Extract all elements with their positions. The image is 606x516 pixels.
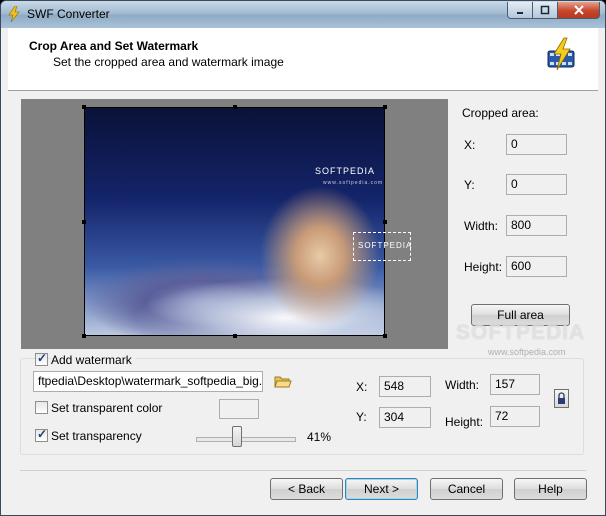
bottom-separator <box>20 470 586 471</box>
crop-handle-bottom-mid[interactable] <box>233 334 237 338</box>
help-button[interactable]: Help <box>514 478 587 500</box>
maximize-icon <box>540 5 550 15</box>
softpedia-overlay-url: www.softpedia.com <box>488 347 566 357</box>
cropped-area-label: Cropped area: <box>462 106 539 120</box>
preview-image[interactable]: SOFTPEDIA www.softpedia.com SOFTPEDIA <box>84 107 411 336</box>
crop-handle-bottom-right[interactable] <box>383 334 387 338</box>
aspect-lock-button[interactable] <box>554 389 569 408</box>
crop-y-field[interactable]: 0 <box>506 174 567 195</box>
transparent-color-label[interactable]: Set transparent color <box>51 401 162 415</box>
close-icon <box>573 5 584 15</box>
set-transparency-label[interactable]: Set transparency <box>51 429 142 443</box>
watermark-height-label: Height: <box>445 415 484 429</box>
swf-converter-window: SWF Converter Crop Area and Set Watermar… <box>0 0 606 516</box>
watermark-path-field[interactable]: ftpedia\Desktop\watermark_softpedia_big.… <box>33 371 263 392</box>
wizard-client-area: Crop Area and Set Watermark Set the crop… <box>8 28 598 510</box>
crop-handle-top-left[interactable] <box>82 105 86 109</box>
film-lightning-logo-icon <box>547 37 575 71</box>
watermark-x-field[interactable]: 548 <box>379 376 431 397</box>
crop-handle-top-right[interactable] <box>383 105 387 109</box>
softpedia-overlay-text: SOFTPEDIA <box>456 321 586 344</box>
watermark-y-label: Y: <box>356 410 367 424</box>
back-button[interactable]: < Back <box>270 478 343 500</box>
watermark-text: SOFTPEDIA <box>358 241 413 250</box>
add-watermark-checkbox[interactable]: ✓ <box>35 351 48 366</box>
wizard-header: Crop Area and Set Watermark Set the crop… <box>8 28 598 91</box>
transparency-slider-track[interactable] <box>196 437 296 442</box>
app-lightning-icon <box>8 6 20 22</box>
page-title: Crop Area and Set Watermark <box>29 39 199 53</box>
watermark-height-field[interactable]: 72 <box>490 406 540 427</box>
crop-handle-mid-left[interactable] <box>82 220 86 224</box>
set-transparency-checkbox[interactable]: ✓ <box>35 427 48 442</box>
watermark-width-field[interactable]: 157 <box>490 374 540 395</box>
check-mark-icon: ✓ <box>37 351 48 365</box>
minimize-icon <box>517 12 523 14</box>
crop-width-field[interactable]: 800 <box>506 215 567 236</box>
close-button[interactable] <box>557 2 600 19</box>
next-button[interactable]: Next > <box>345 478 418 500</box>
crop-y-label: Y: <box>464 178 475 192</box>
crop-preview-area[interactable]: SOFTPEDIA www.softpedia.com SOFTPEDIA <box>21 99 448 349</box>
transparency-slider-thumb[interactable] <box>232 426 242 447</box>
watermark-width-label: Width: <box>445 378 480 392</box>
transparency-value: 41% <box>307 430 332 444</box>
page-subtitle: Set the cropped area and watermark image <box>53 55 284 69</box>
crop-x-field[interactable]: 0 <box>506 134 567 155</box>
cancel-button[interactable]: Cancel <box>430 478 503 500</box>
crop-height-field[interactable]: 600 <box>506 256 567 277</box>
watermark-selection-box[interactable]: SOFTPEDIA <box>353 232 411 261</box>
add-watermark-label[interactable]: Add watermark <box>51 353 135 367</box>
image-url-text: www.softpedia.com <box>323 180 384 186</box>
title-bar[interactable]: SWF Converter <box>1 1 605 28</box>
crop-handle-bottom-left[interactable] <box>82 334 86 338</box>
minimize-button[interactable] <box>507 2 533 19</box>
image-brand-text: SOFTPEDIA <box>315 166 376 176</box>
check-mark-icon: ✓ <box>37 427 48 441</box>
watermark-x-label: X: <box>356 380 368 394</box>
transparent-color-swatch[interactable] <box>219 399 259 419</box>
crop-x-label: X: <box>464 138 476 152</box>
crop-handle-mid-right[interactable] <box>383 220 387 224</box>
lock-icon <box>558 392 565 404</box>
maximize-button[interactable] <box>532 2 558 19</box>
watermark-y-field[interactable]: 304 <box>379 407 431 428</box>
open-folder-icon[interactable] <box>274 373 292 389</box>
crop-handle-top-mid[interactable] <box>233 105 237 109</box>
transparent-color-checkbox[interactable] <box>35 401 48 414</box>
crop-width-label: Width: <box>464 219 499 233</box>
window-title: SWF Converter <box>27 7 110 21</box>
crop-height-label: Height: <box>464 260 503 274</box>
